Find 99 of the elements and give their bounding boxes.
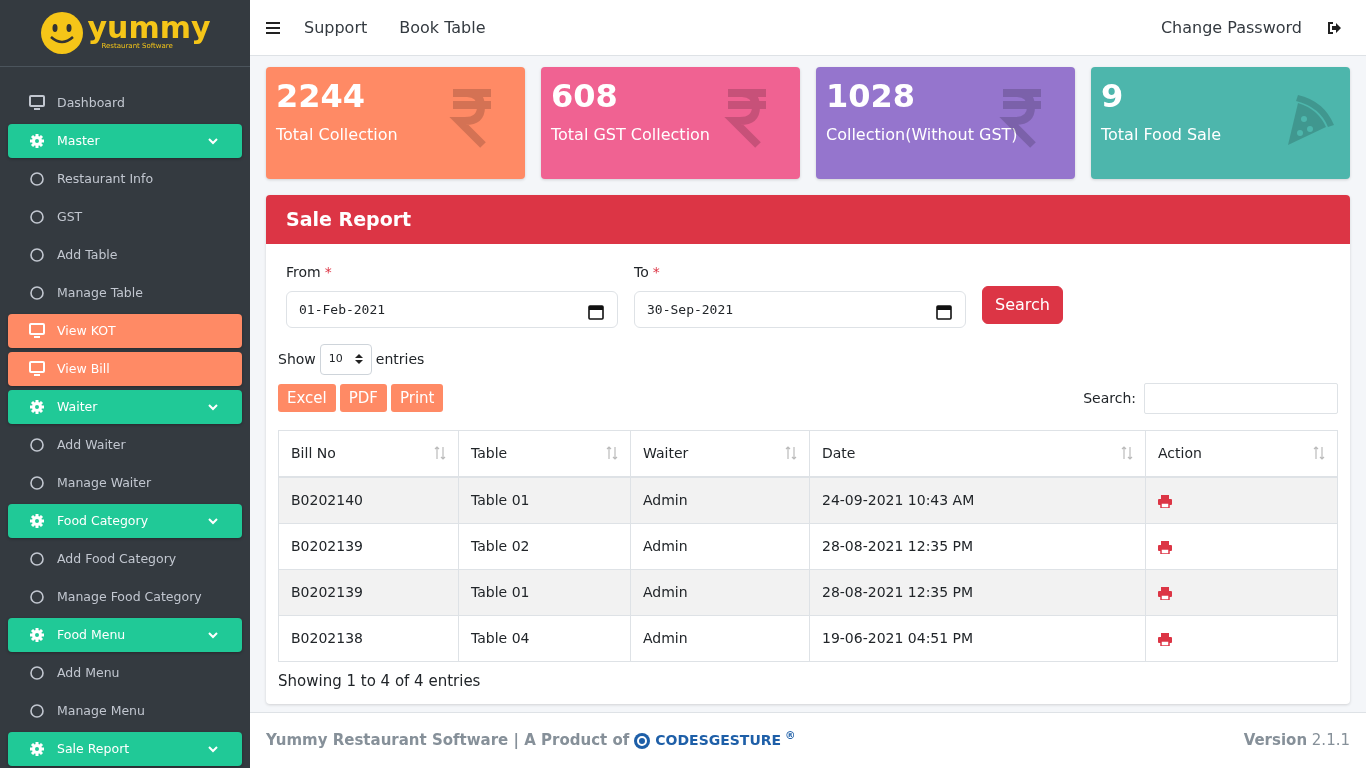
table-cell: B0202139 — [278, 569, 459, 615]
calendar-icon — [588, 303, 604, 320]
gear-icon — [29, 741, 45, 757]
sidebar-item[interactable]: Add Waiter — [8, 428, 242, 462]
circle-icon — [29, 247, 45, 263]
card-header: Sale Report — [266, 195, 1350, 244]
sort-icon — [1121, 446, 1133, 460]
column-header[interactable]: Date — [809, 430, 1146, 477]
table-cell: 28-08-2021 12:35 PM — [809, 569, 1146, 615]
nav-link[interactable]: Book Table — [383, 15, 502, 40]
printer-icon — [1158, 494, 1172, 508]
table-cell: B0202139 — [278, 523, 459, 569]
stat-label: Total GST Collection — [551, 124, 711, 147]
smiley-icon — [39, 11, 84, 55]
nav-link[interactable]: Support — [288, 15, 384, 40]
sort-icon — [785, 446, 797, 460]
circle-icon — [29, 437, 45, 453]
column-header[interactable]: Table — [458, 430, 631, 477]
stat-label: Total Collection — [276, 124, 399, 147]
gear-icon — [29, 399, 45, 415]
gear-icon — [29, 627, 45, 643]
stat-value: 2244 — [276, 77, 367, 116]
table-cell: 19-06-2021 04:51 PM — [809, 615, 1146, 661]
sort-icon — [606, 446, 618, 460]
entries-select[interactable]: 10 — [319, 343, 372, 375]
search-button[interactable]: Search — [982, 285, 1063, 324]
circle-icon — [29, 285, 45, 301]
table-cell: Admin — [630, 569, 810, 615]
logo-wordmark: yummy — [87, 14, 211, 42]
brand-logo: CODESGESTURE $^{®}$ — [633, 730, 796, 751]
printer-icon — [1158, 540, 1172, 554]
table-cell: 24-09-2021 10:43 AM — [809, 476, 1146, 523]
circle-icon — [29, 703, 45, 719]
field-label: From — [286, 262, 321, 282]
table-cell: Table 02 — [458, 523, 631, 569]
table-cell: B0202140 — [278, 476, 459, 523]
table-info: Showing 1 to 4 of 4 entries — [278, 670, 482, 692]
column-header[interactable]: Waiter — [630, 430, 810, 477]
table-cell: Table 01 — [458, 476, 631, 523]
date-field[interactable]: 01-Feb-2021 — [286, 290, 618, 328]
monitor-icon — [29, 323, 45, 339]
sort-icon — [1313, 446, 1325, 460]
calendar-icon — [936, 303, 952, 320]
circle-icon — [29, 589, 45, 605]
sidebar-item[interactable]: Manage Table — [8, 276, 242, 310]
table-cell: Table 04 — [458, 615, 631, 661]
required-mark: * — [652, 262, 660, 282]
search-label: Search: — [1083, 388, 1136, 408]
version-text: Version 2.1.1 — [1243, 730, 1350, 752]
monitor-icon — [29, 361, 45, 377]
table-cell: 28-08-2021 12:35 PM — [809, 523, 1146, 569]
sidebar-item[interactable]: Manage Food Category — [8, 580, 242, 614]
print-button[interactable] — [1158, 584, 1172, 601]
length-label: entries — [375, 349, 425, 369]
sidebar-item[interactable]: Add Table — [8, 238, 242, 272]
circle-icon — [29, 209, 45, 225]
gear-icon — [29, 133, 45, 149]
print-button[interactable] — [1158, 538, 1172, 555]
circle-icon — [29, 475, 45, 491]
table-cell: Admin — [630, 615, 810, 661]
sidebar-item[interactable]: Dashboard — [8, 86, 242, 120]
brand-icon — [633, 731, 652, 750]
footer-text: Yummy Restaurant Software | A Product of — [266, 730, 630, 752]
sort-arrows-icon — [354, 353, 363, 365]
sort-icon — [434, 446, 446, 460]
table-cell: Admin — [630, 476, 810, 523]
required-mark: * — [324, 262, 332, 282]
table-cell: Table 01 — [458, 569, 631, 615]
date-field[interactable]: 30-Sep-2021 — [634, 290, 966, 328]
gear-icon — [29, 513, 45, 529]
field-label: To — [634, 262, 649, 282]
print-button[interactable] — [1158, 492, 1172, 509]
sidebar-item[interactable]: Add Menu — [8, 656, 242, 690]
circle-icon — [29, 171, 45, 187]
search-field[interactable] — [1144, 382, 1338, 414]
table-cell: Admin — [630, 523, 810, 569]
sidebar-item[interactable]: Add Food Category — [8, 542, 242, 576]
menu-icon — [266, 22, 280, 34]
printer-icon — [1158, 586, 1172, 600]
circle-icon — [29, 551, 45, 567]
printer-icon — [1158, 632, 1172, 646]
sidebar-item[interactable]: Manage Menu — [8, 694, 242, 728]
print-button[interactable] — [1158, 630, 1172, 647]
sidebar-item[interactable]: GST — [8, 200, 242, 234]
monitor-icon — [29, 95, 45, 111]
stat-label: Total Food Sale — [1101, 124, 1223, 147]
stat-label: Collection(Without GST) — [826, 124, 1019, 147]
stat-value: 1028 — [826, 77, 917, 116]
length-label: Show — [278, 349, 316, 369]
logout-icon — [1326, 21, 1342, 35]
sidebar-item[interactable]: Manage Waiter — [8, 466, 242, 500]
stat-value: 608 — [551, 77, 619, 116]
column-header[interactable]: Bill No — [278, 430, 459, 477]
stat-value: 9 — [1101, 77, 1125, 116]
table-cell: B0202138 — [278, 615, 459, 661]
column-header[interactable]: Action — [1145, 430, 1338, 477]
sidebar-item[interactable]: Restaurant Info — [8, 162, 242, 196]
nav-link[interactable]: Change Password — [1144, 15, 1318, 40]
circle-icon — [29, 665, 45, 681]
